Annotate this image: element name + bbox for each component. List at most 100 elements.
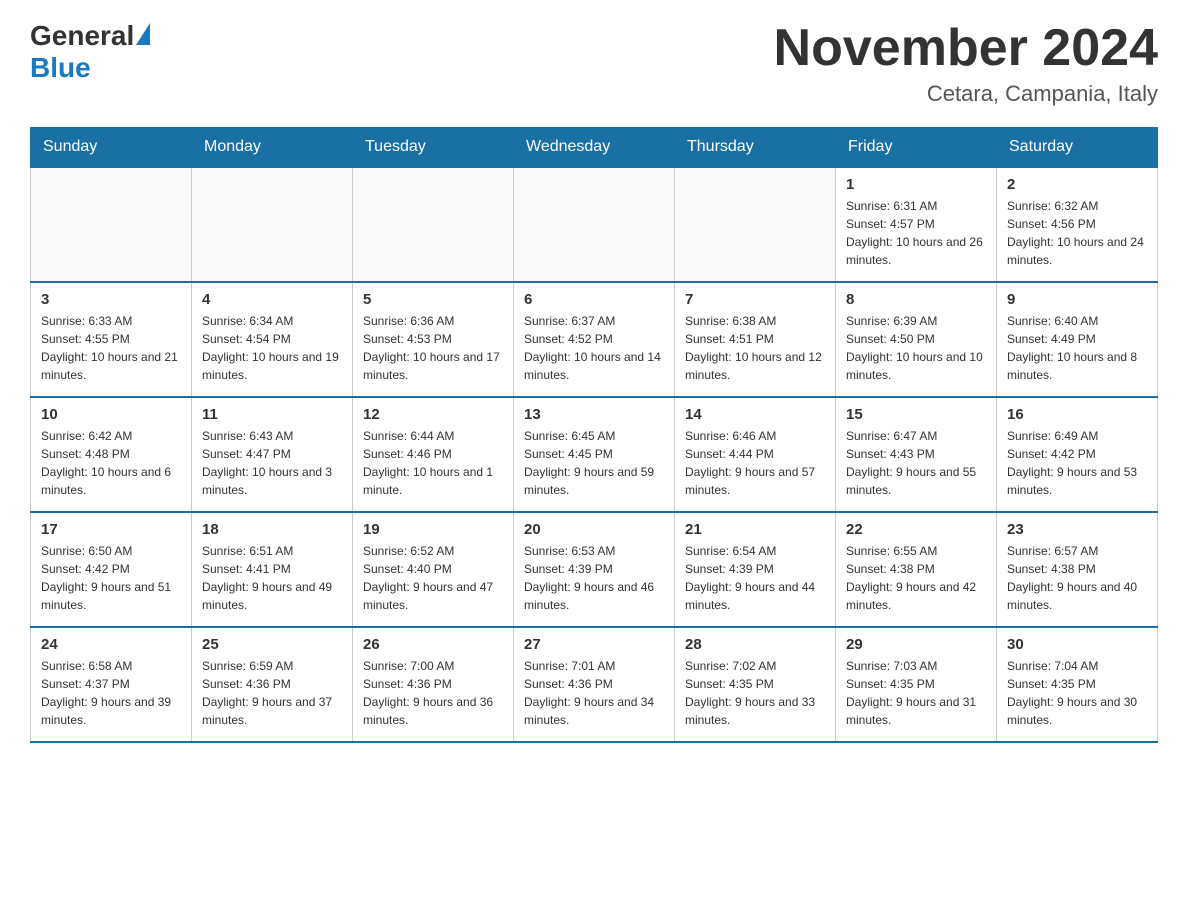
- day-number: 3: [41, 291, 181, 308]
- day-number: 28: [685, 636, 825, 653]
- header: General Blue November 2024 Cetara, Campa…: [30, 20, 1158, 107]
- day-info: Sunrise: 6:54 AMSunset: 4:39 PMDaylight:…: [685, 542, 825, 614]
- calendar-cell: 8Sunrise: 6:39 AMSunset: 4:50 PMDaylight…: [836, 282, 997, 397]
- calendar-cell: 22Sunrise: 6:55 AMSunset: 4:38 PMDayligh…: [836, 512, 997, 627]
- day-info: Sunrise: 7:04 AMSunset: 4:35 PMDaylight:…: [1007, 657, 1147, 729]
- day-number: 30: [1007, 636, 1147, 653]
- calendar-cell: 11 Sunrise: 6:43 AMSunset: 4:47 PMDayligh…: [192, 397, 353, 512]
- day-number: 12: [363, 406, 503, 423]
- column-header-friday: Friday: [836, 128, 997, 168]
- day-info: Sunrise: 6:49 AMSunset: 4:42 PMDaylight:…: [1007, 427, 1147, 499]
- day-number: 13: [524, 406, 664, 423]
- day-info: Sunrise: 6:32 AMSunset: 4:56 PMDaylight:…: [1007, 197, 1147, 269]
- calendar-cell: 9 Sunrise: 6:40 AMSunset: 4:49 PMDaylight…: [997, 282, 1158, 397]
- day-number: 26: [363, 636, 503, 653]
- day-number: 10: [41, 406, 181, 423]
- calendar-cell: 2 Sunrise: 6:32 AMSunset: 4:56 PMDaylight…: [997, 167, 1158, 282]
- calendar-cell: 19 Sunrise: 6:52 AMSunset: 4:40 PMDayligh…: [353, 512, 514, 627]
- calendar-cell: 27Sunrise: 7:01 AMSunset: 4:36 PMDayligh…: [514, 627, 675, 742]
- day-info: Sunrise: 6:42 AMSunset: 4:48 PMDaylight:…: [41, 427, 181, 499]
- day-info: Sunrise: 6:50 AMSunset: 4:42 PMDaylight:…: [41, 542, 181, 614]
- calendar-cell: 10 Sunrise: 6:42 AMSunset: 4:48 PMDayligh…: [31, 397, 192, 512]
- calendar-cell: [353, 167, 514, 282]
- day-number: 25: [202, 636, 342, 653]
- day-info: Sunrise: 6:44 AMSunset: 4:46 PMDaylight:…: [363, 427, 503, 499]
- day-number: 15: [846, 406, 986, 423]
- calendar-cell: [675, 167, 836, 282]
- logo-triangle-icon: [136, 23, 150, 45]
- calendar-cell: 18 Sunrise: 6:51 AMSunset: 4:41 PMDayligh…: [192, 512, 353, 627]
- day-info: Sunrise: 6:43 AMSunset: 4:47 PMDaylight:…: [202, 427, 342, 499]
- title-area: November 2024 Cetara, Campania, Italy: [774, 20, 1158, 107]
- day-number: 1: [846, 176, 986, 193]
- calendar-cell: 6Sunrise: 6:37 AMSunset: 4:52 PMDaylight…: [514, 282, 675, 397]
- day-info: Sunrise: 6:57 AMSunset: 4:38 PMDaylight:…: [1007, 542, 1147, 614]
- day-number: 24: [41, 636, 181, 653]
- day-number: 6: [524, 291, 664, 308]
- calendar-cell: 21 Sunrise: 6:54 AMSunset: 4:39 PMDayligh…: [675, 512, 836, 627]
- calendar-cell: 24 Sunrise: 6:58 AMSunset: 4:37 PMDayligh…: [31, 627, 192, 742]
- column-header-sunday: Sunday: [31, 128, 192, 168]
- day-number: 27: [524, 636, 664, 653]
- day-info: Sunrise: 6:38 AMSunset: 4:51 PMDaylight:…: [685, 312, 825, 384]
- calendar-cell: 25 Sunrise: 6:59 AMSunset: 4:36 PMDayligh…: [192, 627, 353, 742]
- logo: General: [30, 20, 152, 52]
- day-number: 23: [1007, 521, 1147, 538]
- calendar-cell: 29 Sunrise: 7:03 AMSunset: 4:35 PMDayligh…: [836, 627, 997, 742]
- day-number: 20: [524, 521, 664, 538]
- day-number: 11: [202, 406, 342, 423]
- day-number: 7: [685, 291, 825, 308]
- day-info: Sunrise: 6:51 AMSunset: 4:41 PMDaylight:…: [202, 542, 342, 614]
- month-title: November 2024: [774, 20, 1158, 77]
- day-number: 21: [685, 521, 825, 538]
- day-number: 29: [846, 636, 986, 653]
- day-number: 18: [202, 521, 342, 538]
- calendar-cell: 20Sunrise: 6:53 AMSunset: 4:39 PMDayligh…: [514, 512, 675, 627]
- day-number: 8: [846, 291, 986, 308]
- week-row-5: 24 Sunrise: 6:58 AMSunset: 4:37 PMDayligh…: [31, 627, 1158, 742]
- day-info: Sunrise: 6:31 AMSunset: 4:57 PMDaylight:…: [846, 197, 986, 269]
- calendar-cell: 13 Sunrise: 6:45 AMSunset: 4:45 PMDayligh…: [514, 397, 675, 512]
- column-header-thursday: Thursday: [675, 128, 836, 168]
- calendar-table: SundayMondayTuesdayWednesdayThursdayFrid…: [30, 127, 1158, 743]
- calendar-cell: 12 Sunrise: 6:44 AMSunset: 4:46 PMDayligh…: [353, 397, 514, 512]
- calendar-cell: 1 Sunrise: 6:31 AMSunset: 4:57 PMDaylight…: [836, 167, 997, 282]
- day-info: Sunrise: 7:00 AMSunset: 4:36 PMDaylight:…: [363, 657, 503, 729]
- day-info: Sunrise: 6:55 AMSunset: 4:38 PMDaylight:…: [846, 542, 986, 614]
- day-number: 17: [41, 521, 181, 538]
- column-header-wednesday: Wednesday: [514, 128, 675, 168]
- calendar-cell: [514, 167, 675, 282]
- day-info: Sunrise: 6:36 AMSunset: 4:53 PMDaylight:…: [363, 312, 503, 384]
- calendar-cell: 28 Sunrise: 7:02 AMSunset: 4:35 PMDayligh…: [675, 627, 836, 742]
- week-row-3: 10 Sunrise: 6:42 AMSunset: 4:48 PMDayligh…: [31, 397, 1158, 512]
- week-row-2: 3 Sunrise: 6:33 AMSunset: 4:55 PMDaylight…: [31, 282, 1158, 397]
- calendar-cell: 26 Sunrise: 7:00 AMSunset: 4:36 PMDayligh…: [353, 627, 514, 742]
- calendar-cell: 7 Sunrise: 6:38 AMSunset: 4:51 PMDaylight…: [675, 282, 836, 397]
- day-number: 5: [363, 291, 503, 308]
- column-header-saturday: Saturday: [997, 128, 1158, 168]
- location-title: Cetara, Campania, Italy: [774, 81, 1158, 107]
- column-header-monday: Monday: [192, 128, 353, 168]
- day-info: Sunrise: 6:59 AMSunset: 4:36 PMDaylight:…: [202, 657, 342, 729]
- week-row-4: 17 Sunrise: 6:50 AMSunset: 4:42 PMDayligh…: [31, 512, 1158, 627]
- day-info: Sunrise: 6:52 AMSunset: 4:40 PMDaylight:…: [363, 542, 503, 614]
- day-info: Sunrise: 6:45 AMSunset: 4:45 PMDaylight:…: [524, 427, 664, 499]
- calendar-cell: 16Sunrise: 6:49 AMSunset: 4:42 PMDayligh…: [997, 397, 1158, 512]
- day-number: 2: [1007, 176, 1147, 193]
- day-number: 9: [1007, 291, 1147, 308]
- day-info: Sunrise: 7:02 AMSunset: 4:35 PMDaylight:…: [685, 657, 825, 729]
- calendar-header-row: SundayMondayTuesdayWednesdayThursdayFrid…: [31, 128, 1158, 168]
- day-info: Sunrise: 6:58 AMSunset: 4:37 PMDaylight:…: [41, 657, 181, 729]
- day-number: 19: [363, 521, 503, 538]
- day-info: Sunrise: 7:03 AMSunset: 4:35 PMDaylight:…: [846, 657, 986, 729]
- day-number: 14: [685, 406, 825, 423]
- day-info: Sunrise: 6:47 AMSunset: 4:43 PMDaylight:…: [846, 427, 986, 499]
- calendar-cell: 3 Sunrise: 6:33 AMSunset: 4:55 PMDaylight…: [31, 282, 192, 397]
- day-info: Sunrise: 6:33 AMSunset: 4:55 PMDaylight:…: [41, 312, 181, 384]
- week-row-1: 1 Sunrise: 6:31 AMSunset: 4:57 PMDaylight…: [31, 167, 1158, 282]
- day-info: Sunrise: 6:40 AMSunset: 4:49 PMDaylight:…: [1007, 312, 1147, 384]
- day-info: Sunrise: 6:46 AMSunset: 4:44 PMDaylight:…: [685, 427, 825, 499]
- calendar-cell: 4Sunrise: 6:34 AMSunset: 4:54 PMDaylight…: [192, 282, 353, 397]
- calendar-cell: 30 Sunrise: 7:04 AMSunset: 4:35 PMDayligh…: [997, 627, 1158, 742]
- calendar-cell: 5 Sunrise: 6:36 AMSunset: 4:53 PMDaylight…: [353, 282, 514, 397]
